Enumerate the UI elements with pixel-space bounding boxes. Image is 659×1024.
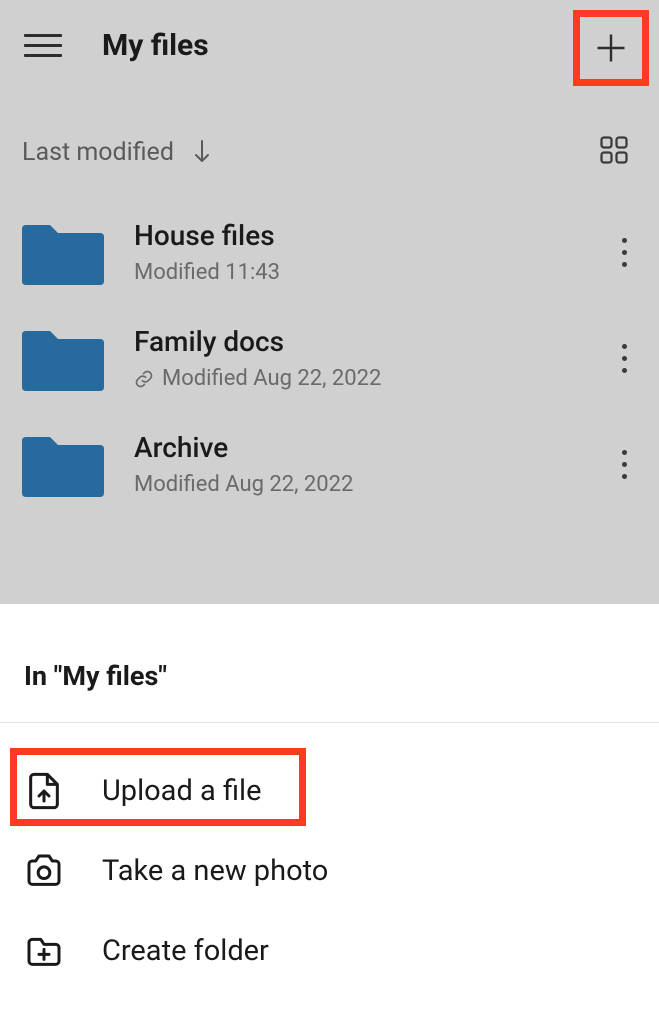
sheet-title: In "My files" <box>0 604 659 722</box>
sort-button[interactable]: Last modified <box>22 138 212 167</box>
list-item[interactable]: House files Modified 11:43 <box>0 199 659 305</box>
menu-icon[interactable] <box>24 34 62 57</box>
folder-icon <box>22 219 104 285</box>
more-button[interactable] <box>612 334 637 383</box>
file-text: House files Modified 11:43 <box>134 219 582 285</box>
create-folder-button[interactable]: Create folder <box>0 911 659 991</box>
action-sheet: In "My files" Upload a file Take a new p… <box>0 604 659 1024</box>
list-item[interactable]: Archive Modified Aug 22, 2022 <box>0 411 659 517</box>
create-folder-label: Create folder <box>102 934 269 968</box>
upload-file-button[interactable]: Upload a file <box>0 751 659 831</box>
link-icon <box>134 369 154 389</box>
main-screen-dimmed: My files Last modified <box>0 0 659 604</box>
divider <box>0 722 659 723</box>
folder-icon <box>22 431 104 497</box>
files-list: House files Modified 11:43 Family docs M… <box>0 189 659 527</box>
file-name: Archive <box>134 431 582 464</box>
file-name: House files <box>134 219 582 252</box>
upload-file-label: Upload a file <box>102 774 261 808</box>
folder-icon <box>22 325 104 391</box>
file-modified: Modified Aug 22, 2022 <box>134 472 582 497</box>
page-title: My files <box>102 28 209 63</box>
file-modified: Modified Aug 22, 2022 <box>134 366 582 391</box>
file-name: Family docs <box>134 325 582 358</box>
list-item[interactable]: Family docs Modified Aug 22, 2022 <box>0 305 659 411</box>
camera-icon <box>24 851 64 891</box>
take-photo-button[interactable]: Take a new photo <box>0 831 659 911</box>
plus-icon <box>593 30 629 66</box>
file-text: Family docs Modified Aug 22, 2022 <box>134 325 582 391</box>
upload-file-icon <box>24 771 64 811</box>
sort-label-text: Last modified <box>22 138 174 167</box>
take-photo-label: Take a new photo <box>102 854 328 888</box>
more-button[interactable] <box>612 440 637 489</box>
file-text: Archive Modified Aug 22, 2022 <box>134 431 582 497</box>
arrow-down-icon <box>192 139 212 165</box>
grid-icon <box>599 135 629 165</box>
file-modified-text: Modified Aug 22, 2022 <box>162 366 381 391</box>
view-toggle-button[interactable] <box>599 135 629 169</box>
add-button[interactable] <box>573 10 649 86</box>
file-modified: Modified 11:43 <box>134 260 582 285</box>
app-header: My files <box>0 0 659 95</box>
folder-plus-icon <box>24 931 64 971</box>
sort-row: Last modified <box>0 95 659 189</box>
more-button[interactable] <box>612 228 637 277</box>
